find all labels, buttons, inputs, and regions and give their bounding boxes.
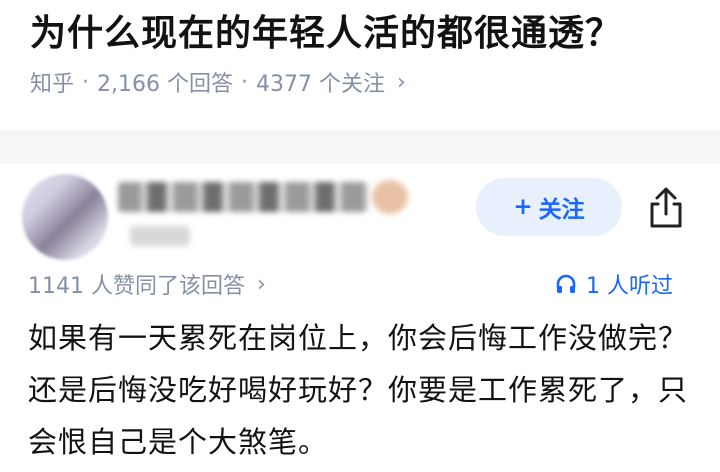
question-title[interactable]: 为什么现在的年轻人活的都很通透？: [30, 4, 622, 56]
question-meta[interactable]: 知乎 · 2,166 个回答 · 4377 个关注 ›: [30, 66, 406, 98]
listen-row[interactable]: 1 人听过: [554, 268, 673, 300]
source-label: 知乎: [30, 72, 75, 97]
separator-dot: ·: [241, 69, 248, 95]
avatar[interactable]: [22, 174, 108, 260]
plus-icon: +: [513, 194, 533, 220]
answer-card: + 关注 1141 人赞同了该回答 › 1 人听过 如果有一天累死在岗位上，你会…: [0, 164, 720, 472]
section-divider: [0, 130, 720, 164]
share-icon[interactable]: [640, 182, 692, 234]
answer-text[interactable]: 如果有一天累死在岗位上，你会后悔工作没做完？还是后悔没吃好喝好玩好？你要是工作累…: [28, 312, 708, 468]
follower-count: 4377 个关注: [256, 72, 385, 97]
separator-dot: ·: [82, 69, 90, 95]
follow-button[interactable]: + 关注: [476, 178, 622, 236]
author-subtitle-blurred: [130, 226, 190, 246]
answer-count: 2,166 个回答: [97, 72, 233, 97]
follow-label: 关注: [538, 197, 585, 223]
listen-count: 1 人听过: [586, 274, 673, 299]
author-name-blurred[interactable]: [118, 182, 368, 212]
author-badge-blurred: [372, 180, 408, 214]
headphones-icon: [556, 274, 576, 293]
chevron-right-icon: ›: [396, 69, 406, 95]
chevron-right-icon: ›: [256, 271, 266, 297]
approval-count: 1141 人赞同了该回答: [28, 274, 245, 299]
approval-row[interactable]: 1141 人赞同了该回答 ›: [28, 268, 266, 300]
